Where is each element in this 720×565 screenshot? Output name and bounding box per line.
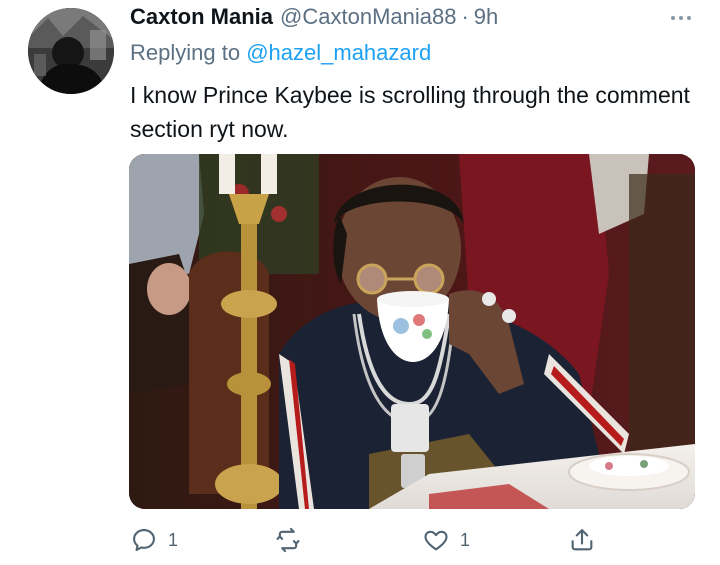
retweet-arrows-icon (276, 527, 300, 553)
share-button[interactable] (568, 520, 596, 560)
display-name[interactable]: Caxton Mania (130, 4, 273, 30)
avatar[interactable] (28, 8, 114, 94)
avatar-image (28, 8, 114, 94)
heart-icon (424, 530, 448, 551)
photo (129, 154, 695, 509)
tweet-action-bar: 1 1 (0, 520, 720, 560)
more-horizontal-icon (671, 16, 675, 20)
retweet-button[interactable] (274, 520, 312, 560)
user-handle[interactable]: @CaxtonMania88 (280, 4, 456, 30)
replying-to-mention[interactable]: @hazel_mahazard (246, 40, 431, 65)
more-options-button[interactable] (666, 6, 696, 30)
share-upload-icon (571, 529, 593, 551)
comment-bubble-icon (133, 529, 155, 551)
tweet-media-image[interactable] (129, 154, 695, 509)
like-button[interactable]: 1 (422, 520, 470, 560)
reply-button[interactable]: 1 (130, 520, 178, 560)
replying-to-line: Replying to @hazel_mahazard (130, 40, 431, 66)
tweet-text: I know Prince Kaybee is scrolling throug… (130, 82, 690, 142)
header-separator: · (461, 4, 469, 29)
timestamp[interactable]: 9h (474, 4, 498, 30)
like-count: 1 (460, 529, 471, 550)
replying-to-label: Replying to (130, 40, 241, 65)
tweet-header: Caxton Mania @CaxtonMania88 · 9h (130, 4, 704, 34)
reply-count: 1 (168, 529, 179, 550)
